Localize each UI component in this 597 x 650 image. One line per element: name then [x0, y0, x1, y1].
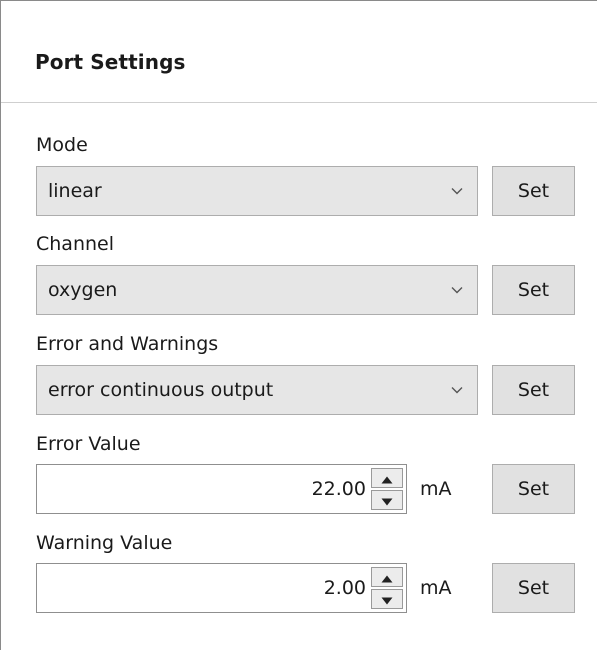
errors-warnings-set-button[interactable]: Set	[492, 365, 575, 415]
mode-set-button[interactable]: Set	[492, 166, 575, 216]
chevron-down-icon	[437, 266, 477, 314]
warning-value-unit: mA	[420, 577, 452, 599]
warning-value-text: 2.00	[323, 577, 366, 599]
warning-value-set-button[interactable]: Set	[492, 563, 575, 613]
warning-value-label: Warning Value	[36, 532, 173, 554]
mode-label: Mode	[36, 134, 88, 156]
spin-down-button[interactable]	[371, 490, 403, 510]
arrow-up-icon	[381, 568, 393, 587]
errors-warnings-label: Error and Warnings	[36, 333, 219, 355]
error-value-input[interactable]: 22.00	[36, 464, 407, 514]
channel-select-value: oxygen	[48, 279, 118, 301]
error-value-text: 22.00	[311, 478, 366, 500]
spin-up-button[interactable]	[371, 567, 403, 587]
warning-value-spinner	[371, 567, 403, 609]
errors-warnings-select-value: error continuous output	[48, 379, 274, 401]
channel-select[interactable]: oxygen	[36, 265, 478, 315]
port-settings-panel: Port Settings Mode linear Set Channel ox…	[0, 0, 597, 650]
error-value-spinner	[371, 468, 403, 510]
spin-down-button[interactable]	[371, 589, 403, 609]
error-value-unit: mA	[420, 478, 452, 500]
panel-header: Port Settings	[1, 1, 597, 103]
error-value-label: Error Value	[36, 433, 141, 455]
mode-select[interactable]: linear	[36, 166, 478, 216]
channel-label: Channel	[36, 233, 115, 255]
warning-value-input[interactable]: 2.00	[36, 563, 407, 613]
errors-warnings-select[interactable]: error continuous output	[36, 365, 478, 415]
arrow-down-icon	[381, 491, 393, 510]
chevron-down-icon	[437, 167, 477, 215]
arrow-up-icon	[381, 469, 393, 488]
mode-select-value: linear	[48, 180, 102, 202]
panel-title: Port Settings	[35, 50, 186, 74]
error-value-set-button[interactable]: Set	[492, 464, 575, 514]
spin-up-button[interactable]	[371, 468, 403, 488]
arrow-down-icon	[381, 590, 393, 609]
chevron-down-icon	[437, 366, 477, 414]
channel-set-button[interactable]: Set	[492, 265, 575, 315]
